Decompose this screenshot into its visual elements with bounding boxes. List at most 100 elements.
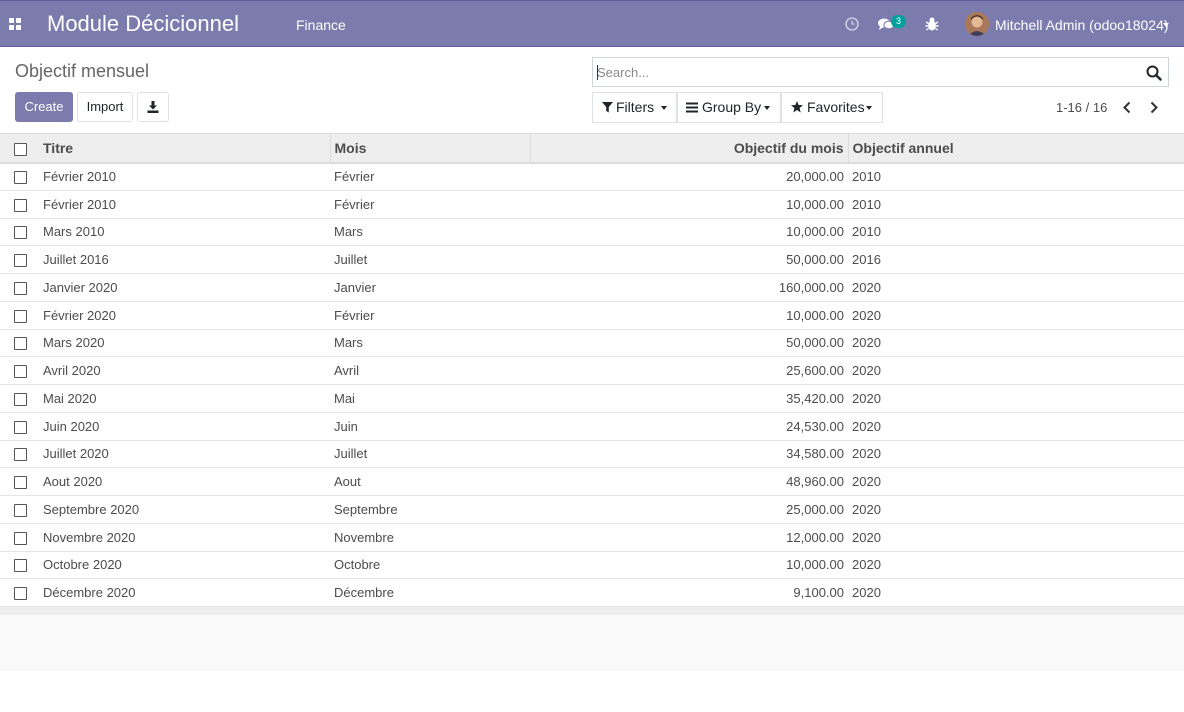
- row-checkbox[interactable]: [14, 587, 27, 601]
- cell-titre[interactable]: Janvier 2020: [39, 273, 330, 302]
- cell-mois[interactable]: Mai: [330, 384, 530, 413]
- cell-annuel[interactable]: 2020: [848, 467, 1184, 496]
- cell-mois[interactable]: Février: [330, 301, 530, 330]
- cell-objectif[interactable]: 20,000.00: [530, 162, 848, 191]
- cell-objectif[interactable]: 160,000.00: [530, 273, 848, 302]
- row-checkbox[interactable]: [14, 503, 27, 517]
- cell-objectif[interactable]: 50,000.00: [530, 245, 848, 274]
- groupby-dropdown[interactable]: Group By: [677, 92, 781, 123]
- row-checkbox[interactable]: [14, 281, 27, 295]
- cell-mois[interactable]: Juillet: [330, 245, 530, 274]
- table-row[interactable]: Avril 2020 Avril 25,600.00 2020: [0, 356, 1184, 385]
- row-checkbox[interactable]: [14, 476, 27, 490]
- cell-titre[interactable]: Septembre 2020: [39, 495, 330, 524]
- avatar[interactable]: [965, 12, 989, 36]
- row-checkbox[interactable]: [14, 198, 27, 212]
- cell-objectif[interactable]: 10,000.00: [530, 190, 848, 219]
- chevron-down-icon[interactable]: [1163, 23, 1169, 27]
- row-checkbox[interactable]: [14, 309, 27, 323]
- cell-annuel[interactable]: 2020: [848, 440, 1184, 469]
- cell-annuel[interactable]: 2016: [848, 245, 1184, 274]
- cell-titre[interactable]: Aout 2020: [39, 467, 330, 496]
- cell-mois[interactable]: Février: [330, 190, 530, 219]
- cell-titre[interactable]: Février 2020: [39, 301, 330, 330]
- table-row[interactable]: Février 2010 Février 10,000.00 2010: [0, 190, 1184, 219]
- column-header-objectif[interactable]: Objectif du mois: [530, 133, 849, 164]
- cell-objectif[interactable]: 12,000.00: [530, 523, 848, 552]
- table-row[interactable]: Novembre 2020 Novembre 12,000.00 2020: [0, 523, 1184, 552]
- export-button[interactable]: [137, 92, 169, 122]
- cell-titre[interactable]: Décembre 2020: [39, 578, 330, 607]
- cell-titre[interactable]: Mars 2020: [39, 329, 330, 358]
- cell-annuel[interactable]: 2020: [848, 495, 1184, 524]
- row-checkbox[interactable]: [14, 171, 27, 185]
- cell-annuel[interactable]: 2020: [848, 329, 1184, 358]
- cell-mois[interactable]: Mars: [330, 329, 530, 358]
- cell-mois[interactable]: Octobre: [330, 551, 530, 580]
- row-checkbox[interactable]: [14, 448, 27, 462]
- table-row[interactable]: Juillet 2020 Juillet 34,580.00 2020: [0, 440, 1184, 469]
- cell-annuel[interactable]: 2020: [848, 412, 1184, 441]
- cell-mois[interactable]: Février: [330, 162, 530, 191]
- table-row[interactable]: Janvier 2020 Janvier 160,000.00 2020: [0, 273, 1184, 302]
- table-row[interactable]: Octobre 2020 Octobre 10,000.00 2020: [0, 551, 1184, 580]
- search-icon[interactable]: [1146, 65, 1162, 81]
- cell-annuel[interactable]: 2020: [848, 301, 1184, 330]
- app-brand[interactable]: Module Décicionnel: [47, 11, 239, 37]
- create-button[interactable]: Create: [15, 92, 73, 122]
- row-checkbox[interactable]: [14, 531, 27, 545]
- cell-titre[interactable]: Février 2010: [39, 190, 330, 219]
- cell-titre[interactable]: Juin 2020: [39, 412, 330, 441]
- table-row[interactable]: Aout 2020 Aout 48,960.00 2020: [0, 467, 1184, 496]
- cell-annuel[interactable]: 2020: [848, 384, 1184, 413]
- search-input[interactable]: [597, 62, 1137, 82]
- cell-objectif[interactable]: 48,960.00: [530, 467, 848, 496]
- row-checkbox[interactable]: [14, 559, 27, 573]
- cell-mois[interactable]: Décembre: [330, 578, 530, 607]
- cell-objectif[interactable]: 10,000.00: [530, 301, 848, 330]
- row-checkbox[interactable]: [14, 337, 27, 351]
- cell-annuel[interactable]: 2010: [848, 162, 1184, 191]
- column-header-mois[interactable]: Mois: [330, 133, 531, 164]
- cell-mois[interactable]: Septembre: [330, 495, 530, 524]
- pager-next-icon[interactable]: [1147, 100, 1161, 115]
- cell-objectif[interactable]: 24,530.00: [530, 412, 848, 441]
- table-row[interactable]: Février 2020 Février 10,000.00 2020: [0, 301, 1184, 330]
- row-checkbox[interactable]: [14, 226, 27, 240]
- cell-mois[interactable]: Janvier: [330, 273, 530, 302]
- table-row[interactable]: Mars 2010 Mars 10,000.00 2010: [0, 218, 1184, 247]
- table-row[interactable]: Décembre 2020 Décembre 9,100.00 2020: [0, 578, 1184, 607]
- cell-titre[interactable]: Octobre 2020: [39, 551, 330, 580]
- cell-mois[interactable]: Novembre: [330, 523, 530, 552]
- cell-objectif[interactable]: 10,000.00: [530, 551, 848, 580]
- favorites-dropdown[interactable]: Favorites: [781, 92, 883, 123]
- table-row[interactable]: Juin 2020 Juin 24,530.00 2020: [0, 412, 1184, 441]
- table-row[interactable]: Mai 2020 Mai 35,420.00 2020: [0, 384, 1184, 413]
- cell-titre[interactable]: Novembre 2020: [39, 523, 330, 552]
- cell-titre[interactable]: Juillet 2016: [39, 245, 330, 274]
- import-button[interactable]: Import: [77, 92, 133, 122]
- cell-annuel[interactable]: 2010: [848, 218, 1184, 247]
- table-row[interactable]: Septembre 2020 Septembre 25,000.00 2020: [0, 495, 1184, 524]
- cell-mois[interactable]: Avril: [330, 356, 530, 385]
- pager-previous-icon[interactable]: [1120, 100, 1134, 115]
- cell-titre[interactable]: Février 2010: [39, 162, 330, 191]
- cell-annuel[interactable]: 2020: [848, 273, 1184, 302]
- cell-annuel[interactable]: 2020: [848, 523, 1184, 552]
- clock-icon[interactable]: [844, 15, 860, 33]
- row-checkbox[interactable]: [14, 365, 27, 379]
- cell-titre[interactable]: Juillet 2020: [39, 440, 330, 469]
- row-checkbox[interactable]: [14, 392, 27, 406]
- cell-titre[interactable]: Mars 2010: [39, 218, 330, 247]
- table-row[interactable]: Février 2010 Février 20,000.00 2010: [0, 162, 1184, 191]
- pager-value[interactable]: 1-16 / 16: [1056, 100, 1107, 115]
- row-checkbox[interactable]: [14, 420, 27, 434]
- column-header-titre[interactable]: Titre: [39, 133, 331, 164]
- cell-mois[interactable]: Mars: [330, 218, 530, 247]
- cell-titre[interactable]: Mai 2020: [39, 384, 330, 413]
- cell-objectif[interactable]: 25,000.00: [530, 495, 848, 524]
- cell-annuel[interactable]: 2020: [848, 578, 1184, 607]
- cell-annuel[interactable]: 2020: [848, 551, 1184, 580]
- row-checkbox[interactable]: [14, 254, 27, 268]
- table-row[interactable]: Mars 2020 Mars 50,000.00 2020: [0, 329, 1184, 358]
